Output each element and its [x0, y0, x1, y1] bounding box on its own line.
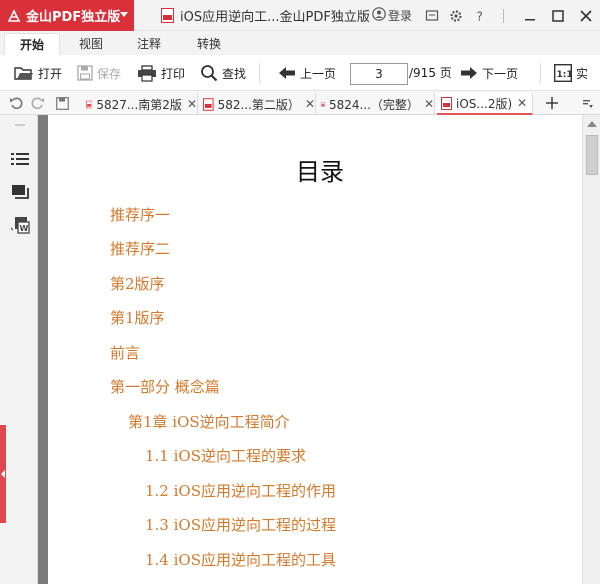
- open-label: 打开: [38, 66, 63, 81]
- save-label: 保存: [97, 66, 122, 81]
- title-bar: 金山PDF独立版 iOS应用逆向工...金山PDF独立版 登录 ?: [0, 0, 600, 31]
- close-icon[interactable]: [572, 0, 600, 31]
- ribbon-tabs: 开始 视图 注释 转换: [0, 31, 600, 55]
- pdf-file-icon: [203, 97, 214, 111]
- tab-view[interactable]: 视图: [68, 33, 114, 55]
- toc-link[interactable]: 推荐序一: [110, 204, 170, 225]
- app-menu-button[interactable]: 金山PDF独立版: [0, 0, 134, 31]
- next-page-label: 下一页: [482, 66, 519, 81]
- login-button[interactable]: 登录: [372, 7, 412, 24]
- prev-page-button[interactable]: 上一页: [278, 55, 336, 91]
- doc-tab[interactable]: 5824...（完整） ✕: [317, 93, 435, 115]
- tab-start[interactable]: 开始: [4, 33, 60, 55]
- toolbar-separator: [540, 63, 541, 83]
- doc-tab[interactable]: 5827...南第2版 ✕: [82, 93, 198, 115]
- vertical-scrollbar[interactable]: [582, 115, 600, 584]
- arrow-left-icon: [278, 66, 296, 80]
- scrollbar-thumb[interactable]: [586, 135, 598, 175]
- document-tab-strip: 5827...南第2版 ✕ 582...第二版） ✕ 5824...（完整） ✕…: [0, 91, 600, 115]
- left-sidebar: W: [0, 115, 38, 584]
- annotations-panel-icon[interactable]: W: [10, 215, 30, 235]
- pdf-page: 目录 推荐序一 推荐序二 第2版序 第1版序 前言 第一部分 概念篇 第1章 i…: [48, 115, 582, 584]
- add-tab-icon[interactable]: [542, 91, 562, 115]
- toc-link[interactable]: 1.2 iOS应用逆向工程的作用: [145, 480, 336, 501]
- actual-size-label: 实: [576, 66, 589, 81]
- app-name: 金山PDF独立版: [26, 10, 121, 25]
- toc-link[interactable]: 第1章 iOS逆向工程简介: [128, 411, 290, 432]
- svg-text:W: W: [20, 224, 29, 233]
- find-button[interactable]: 查找: [200, 55, 246, 91]
- doc-tab-active[interactable]: iOS...2版) ✕: [437, 93, 533, 115]
- arrow-right-icon: [460, 66, 478, 80]
- toolbar: 打开 保存 打印 查找 上一页 下一页 1:1 实: [0, 55, 600, 91]
- next-page-button[interactable]: 下一页: [460, 55, 518, 91]
- pdf-file-icon: [441, 96, 452, 110]
- doc-tab-label: iOS...2版): [456, 96, 513, 111]
- tab-close-icon[interactable]: ✕: [424, 97, 434, 111]
- search-icon: [200, 64, 218, 82]
- page-title: 目录: [296, 158, 344, 186]
- pdf-file-icon: [86, 100, 93, 108]
- toc-link[interactable]: 第2版序: [110, 273, 165, 294]
- bookmarks-list-icon[interactable]: [10, 149, 30, 169]
- undo-icon[interactable]: [6, 91, 26, 115]
- toc-link[interactable]: 1.3 iOS应用逆向工程的过程: [145, 514, 336, 535]
- scroll-up-icon[interactable]: [587, 121, 597, 127]
- window-title: iOS应用逆向工...金山PDF独立版: [161, 0, 370, 31]
- settings-gear-icon[interactable]: [444, 0, 468, 31]
- doc-tab-label: 582...第二版）: [217, 97, 300, 112]
- toc-link[interactable]: 推荐序二: [110, 238, 170, 259]
- page-total: /915 页: [409, 66, 452, 80]
- tab-close-icon[interactable]: ✕: [305, 97, 315, 111]
- toc-link[interactable]: 前言: [110, 342, 140, 363]
- login-label: 登录: [387, 9, 412, 23]
- page-number-input[interactable]: [350, 63, 408, 85]
- toc-link[interactable]: 第一部分 概念篇: [110, 376, 220, 397]
- maximize-icon[interactable]: [544, 0, 572, 31]
- pdf-file-icon: [161, 8, 174, 23]
- doc-title: iOS应用逆向工...金山PDF独立版: [180, 10, 370, 25]
- pdf-file-icon: [321, 101, 325, 107]
- chevron-down-icon: [120, 12, 128, 17]
- redo-icon[interactable]: [28, 91, 48, 115]
- save-button[interactable]: 保存: [77, 55, 121, 91]
- collapse-panel-handle[interactable]: [0, 425, 6, 523]
- save-disk-icon: [77, 65, 93, 81]
- toolbar-separator: [259, 63, 260, 83]
- toc-link[interactable]: 1.4 iOS应用逆向工程的工具: [145, 549, 336, 570]
- actual-size-button[interactable]: 1:1 实: [554, 55, 588, 91]
- quick-save-icon[interactable]: [52, 91, 72, 115]
- tab-close-icon[interactable]: ✕: [187, 97, 197, 111]
- doc-tab[interactable]: 582...第二版） ✕: [199, 93, 316, 115]
- tab-convert[interactable]: 转换: [186, 33, 232, 55]
- document-viewport: 目录 推荐序一 推荐序二 第2版序 第1版序 前言 第一部分 概念篇 第1章 i…: [38, 115, 582, 584]
- help-icon[interactable]: ?: [468, 0, 492, 31]
- panel-grip: [15, 124, 25, 126]
- user-icon: [372, 7, 386, 24]
- toc-link[interactable]: 第1版序: [110, 307, 165, 328]
- printer-icon: [137, 64, 157, 82]
- doc-tab-label: 5827...南第2版: [96, 97, 182, 112]
- toc-link[interactable]: 1.1 iOS逆向工程的要求: [145, 445, 306, 466]
- tab-close-icon[interactable]: ✕: [517, 96, 527, 110]
- minimize-icon[interactable]: [516, 0, 544, 31]
- svg-text:1:1: 1:1: [557, 70, 573, 80]
- svg-text:?: ?: [477, 9, 483, 23]
- divider-icon: [492, 0, 516, 31]
- prev-page-label: 上一页: [300, 66, 337, 81]
- actual-size-icon: 1:1: [554, 64, 572, 82]
- open-button[interactable]: 打开: [14, 55, 62, 91]
- find-label: 查找: [222, 66, 247, 81]
- feedback-icon[interactable]: [420, 0, 444, 31]
- tab-annotate[interactable]: 注释: [126, 33, 172, 55]
- print-button[interactable]: 打印: [137, 55, 185, 91]
- app-logo-icon: [6, 8, 22, 24]
- thumbnails-icon[interactable]: [10, 182, 30, 202]
- doc-tab-label: 5824...（完整）: [328, 97, 419, 112]
- tab-list-menu-icon[interactable]: [578, 91, 598, 115]
- folder-open-icon: [14, 65, 34, 81]
- print-label: 打印: [161, 66, 186, 81]
